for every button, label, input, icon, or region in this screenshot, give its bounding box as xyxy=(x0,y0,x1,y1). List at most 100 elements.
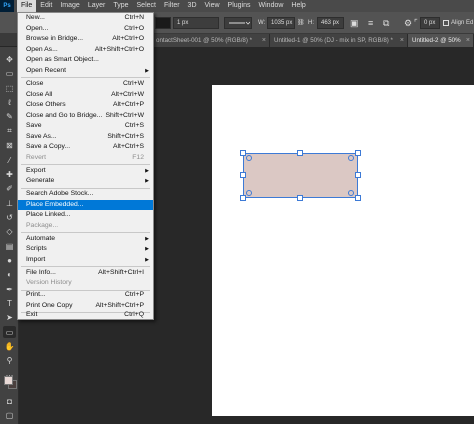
clone-stamp-tool-icon[interactable]: ⊥ xyxy=(3,197,16,209)
lasso-tool-icon[interactable]: ℓ xyxy=(3,96,16,108)
quick-mask-icon[interactable]: ◘ xyxy=(3,395,16,407)
menu-item-save-as[interactable]: Save As... Shift+Ctrl+S xyxy=(18,132,153,142)
menu-item-search-adobe-stock[interactable]: Search Adobe Stock... xyxy=(18,189,153,199)
move-tool-icon[interactable]: ✥ xyxy=(3,53,16,65)
menu-item-exit[interactable]: Exit Ctrl+Q xyxy=(18,310,153,320)
corner-radius-widget[interactable] xyxy=(246,190,252,196)
menu-type[interactable]: Type xyxy=(109,0,132,12)
menu-item-save-a-copy[interactable]: Save a Copy... Alt+Ctrl+S xyxy=(18,142,153,152)
corner-radius-icon: ⌜ xyxy=(414,18,418,27)
transform-handle[interactable] xyxy=(297,195,303,201)
menu-item-open-recent[interactable]: Open Recent ▶ xyxy=(18,66,153,76)
menu-3d[interactable]: 3D xyxy=(184,0,201,12)
hand-tool-icon[interactable]: ✋ xyxy=(3,340,16,352)
frame-tool-icon[interactable]: ⊠ xyxy=(3,139,16,151)
menu-item-open-as-smart-object[interactable]: Open as Smart Object... xyxy=(18,55,153,65)
menu-help[interactable]: Help xyxy=(287,0,309,12)
menu-image[interactable]: Image xyxy=(56,0,83,12)
path-operations-icon[interactable]: ▣ xyxy=(350,17,359,29)
corner-radius-widget[interactable] xyxy=(246,155,252,161)
submenu-arrow-icon: ▶ xyxy=(145,167,149,174)
height-label: H: xyxy=(308,20,314,26)
screen-mode-icon[interactable]: ▢ xyxy=(3,409,16,421)
quick-select-tool-icon[interactable]: ✎ xyxy=(3,110,16,122)
brush-tool-icon[interactable]: ✐ xyxy=(3,182,16,194)
history-brush-tool-icon[interactable]: ↺ xyxy=(3,211,16,223)
marquee-tool-icon[interactable]: ⬚ xyxy=(3,82,16,94)
menu-file[interactable]: File xyxy=(17,0,37,12)
corner-radius-field[interactable]: 0 px xyxy=(420,17,440,29)
menu-layer[interactable]: Layer xyxy=(84,0,110,12)
close-icon[interactable]: × xyxy=(262,34,266,47)
menu-item-place-linked[interactable]: Place Linked... xyxy=(18,210,153,220)
type-tool-icon[interactable]: T xyxy=(3,297,16,309)
transform-handle[interactable] xyxy=(355,150,361,156)
blur-tool-icon[interactable]: ● xyxy=(3,254,16,266)
menu-plugins[interactable]: Plugins xyxy=(224,0,255,12)
transform-handle[interactable] xyxy=(355,172,361,178)
menu-item-new[interactable]: New... Ctrl+N xyxy=(18,13,153,23)
settings-gear-icon[interactable]: ⚙ xyxy=(404,17,412,29)
corner-radius-widget[interactable] xyxy=(348,155,354,161)
rectangle-shape[interactable] xyxy=(243,153,358,198)
transform-handle[interactable] xyxy=(355,195,361,201)
menu-item-generate[interactable]: Generate ▶ xyxy=(18,176,153,186)
menu-select[interactable]: Select xyxy=(133,0,160,12)
zoom-tool-icon[interactable]: ⚲ xyxy=(3,354,16,366)
menu-item-import[interactable]: Import ▶ xyxy=(18,255,153,265)
artboard-tool-icon[interactable]: ▭ xyxy=(3,67,16,79)
menu-item-close[interactable]: Close Ctrl+W xyxy=(18,79,153,89)
rectangle-tool-icon[interactable]: ▭ xyxy=(3,326,16,338)
tab-untitled-2[interactable]: Untitled-2 @ 50% × xyxy=(408,34,474,47)
menu-item-open[interactable]: Open... Ctrl+O xyxy=(18,24,153,34)
width-field[interactable]: 1035 px xyxy=(267,17,295,29)
stroke-type-dropdown[interactable] xyxy=(224,17,252,29)
transform-handle[interactable] xyxy=(240,195,246,201)
foreground-color-swatch[interactable] xyxy=(4,376,13,385)
height-field[interactable]: 463 px xyxy=(317,17,344,29)
stroke-color-swatch[interactable] xyxy=(155,17,171,29)
tab-contact-sheet[interactable]: ontactSheet-001 @ 50% (RGB/8) * × xyxy=(152,34,270,47)
healing-brush-tool-icon[interactable]: ✚ xyxy=(3,168,16,180)
menu-item-save[interactable]: Save Ctrl+S xyxy=(18,121,153,131)
menu-item-close-all[interactable]: Close All Alt+Ctrl+W xyxy=(18,90,153,100)
document-canvas[interactable] xyxy=(212,85,474,416)
file-menu-dropdown: New... Ctrl+N Open... Ctrl+O Browse in Bri… xyxy=(17,12,154,320)
menu-item-scripts[interactable]: Scripts ▶ xyxy=(18,244,153,254)
stroke-size-field[interactable]: 1 px xyxy=(173,17,219,29)
crop-tool-icon[interactable]: ⌗ xyxy=(3,125,16,137)
menu-edit[interactable]: Edit xyxy=(36,0,56,12)
menu-filter[interactable]: Filter xyxy=(160,0,184,12)
menu-window[interactable]: Window xyxy=(255,0,288,12)
transform-handle[interactable] xyxy=(297,150,303,156)
gradient-tool-icon[interactable]: ▤ xyxy=(3,240,16,252)
menu-item-print[interactable]: Print... Ctrl+P xyxy=(18,290,153,300)
transform-handle[interactable] xyxy=(240,172,246,178)
tab-label: ontactSheet-001 @ 50% (RGB/8) * xyxy=(156,37,253,44)
close-icon[interactable]: × xyxy=(400,34,404,47)
close-icon[interactable]: × xyxy=(466,34,470,47)
menu-item-browse-in-bridge[interactable]: Browse in Bridge... Alt+Ctrl+O xyxy=(18,34,153,44)
path-selection-tool-icon[interactable]: ➤ xyxy=(3,311,16,323)
menu-item-open-as[interactable]: Open As... Alt+Shift+Ctrl+O xyxy=(18,45,153,55)
eyedropper-tool-icon[interactable]: ⁄ xyxy=(3,154,16,166)
align-edges-checkbox[interactable] xyxy=(443,20,449,26)
dodge-tool-icon[interactable]: ◐ xyxy=(3,268,16,280)
path-alignment-icon[interactable]: ≡ xyxy=(368,17,373,29)
pen-tool-icon[interactable]: ✒ xyxy=(3,283,16,295)
menu-item-export[interactable]: Export ▶ xyxy=(18,166,153,176)
corner-radius-widget[interactable] xyxy=(348,190,354,196)
menu-view[interactable]: View xyxy=(201,0,224,12)
menu-item-place-embedded[interactable]: Place Embedded... xyxy=(18,199,153,210)
link-icon[interactable]: ⛓ xyxy=(297,17,305,29)
menu-item-close-and-go-to-bridge[interactable]: Close and Go to Bridge... Shift+Ctrl+W xyxy=(18,111,153,121)
path-arrangement-icon[interactable]: ⧉ xyxy=(383,17,389,29)
tab-untitled-1[interactable]: Untitled-1 @ 50% (DJ - mix in SP, RGB/8)… xyxy=(270,34,408,47)
transform-handle[interactable] xyxy=(240,150,246,156)
photoshop-logo: Ps xyxy=(0,0,14,12)
menu-item-close-others[interactable]: Close Others Alt+Ctrl+P xyxy=(18,100,153,110)
menu-item-version-history: Version History xyxy=(26,279,72,286)
eraser-tool-icon[interactable]: ◇ xyxy=(3,225,16,237)
menu-item-file-info[interactable]: File Info... Alt+Shift+Ctrl+I xyxy=(18,268,153,278)
menu-item-automate[interactable]: Automate ▶ xyxy=(18,234,153,244)
